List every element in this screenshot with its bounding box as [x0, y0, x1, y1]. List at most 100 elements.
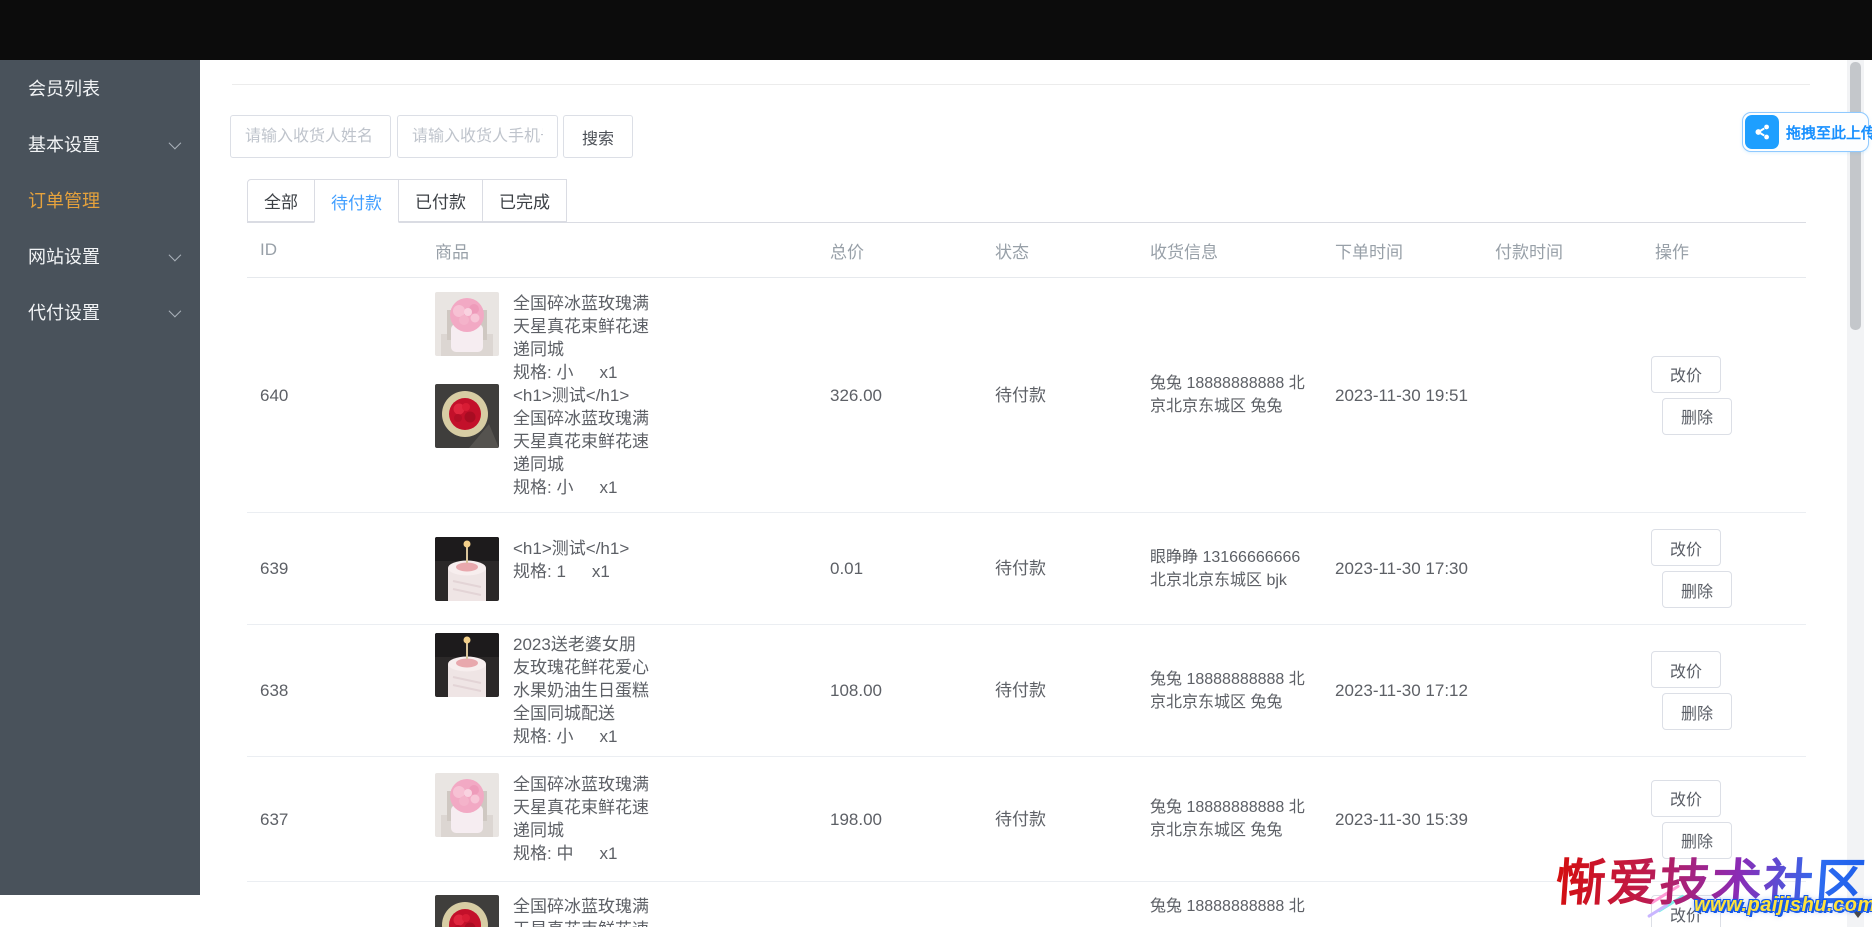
scrollbar-thumb[interactable]: [1850, 62, 1861, 330]
scrollbar-down-arrow[interactable]: [1852, 910, 1864, 918]
product-entry: 全国碎冰蓝玫瑰满天星真花束鲜花速: [435, 895, 817, 927]
product-title: 2023送老婆女朋 友玫瑰花鲜花爱心 水果奶油生日蛋糕 全国同城配送 规格: 小 x1: [513, 633, 649, 748]
table-row: 639 <h1>测试</h1> 规格: 1 x1 0.01 待付款 眼睁睁 13166666…: [247, 513, 1806, 625]
order-time-cell: 2023-11-30 19:51: [1335, 385, 1468, 405]
delete-button[interactable]: 删除: [1662, 693, 1732, 730]
actions-cell: 改价删除: [1642, 529, 1806, 608]
upload-label: 拖拽至此上传: [1786, 124, 1872, 142]
actions-cell: 改价删除: [1642, 355, 1806, 435]
sidebar-item-member-list[interactable]: 会员列表: [0, 60, 200, 116]
column-header: ID: [260, 240, 277, 259]
product-title-line: 全国同城配送: [513, 704, 615, 723]
receiver-name-input[interactable]: [230, 115, 391, 158]
product-title-line: 天星真花束鲜花速: [513, 316, 649, 336]
actions-cell: 改价删除: [1642, 651, 1806, 730]
sidebar-item-proxy-pay-settings[interactable]: 代付设置: [0, 284, 200, 340]
sidebar-item-order-management[interactable]: 订单管理: [0, 172, 200, 228]
product-spec: 规格: 中 x1: [513, 842, 649, 865]
status-cell: 待付款: [995, 809, 1046, 829]
column-header: 总价: [830, 242, 864, 262]
shipping-info-cell: 眼睁睁 13166666666 北京北京东城区 bjk: [1150, 548, 1301, 589]
delete-button[interactable]: 删除: [1662, 571, 1732, 608]
edit-price-button[interactable]: 改价: [1651, 355, 1721, 393]
tab-pending-payment[interactable]: 待付款: [314, 179, 399, 223]
product-title-line: 递同城: [513, 821, 564, 840]
table-row: 640 全国碎冰蓝玫瑰满 天星真花束鲜花速 递同城 规格: 小 x1 <h1>测试</h1>…: [247, 278, 1806, 513]
products-cell: 全国碎冰蓝玫瑰满天星真花束鲜花速: [422, 895, 817, 927]
edit-price-button[interactable]: 改价: [1651, 779, 1721, 817]
table-row: 637 全国碎冰蓝玫瑰满 天星真花束鲜花速 递同城 规格: 中 x1 198.00 待付款 兔兔…: [247, 757, 1806, 882]
product-title: 全国碎冰蓝玫瑰满 天星真花束鲜花速 递同城 规格: 中 x1: [513, 773, 649, 865]
sidebar-item-label: 会员列表: [28, 79, 100, 99]
tab-completed[interactable]: 已完成: [482, 179, 567, 222]
receiver-phone-input[interactable]: [397, 115, 558, 158]
chevron-down-icon: [168, 304, 182, 317]
tab-paid[interactable]: 已付款: [398, 179, 483, 222]
quantity-label: x1: [591, 561, 610, 581]
quantity-label: x1: [599, 362, 618, 382]
product-title-line: 递同城: [513, 454, 564, 474]
edit-price-button[interactable]: 改价: [1651, 895, 1721, 927]
sidebar-item-label: 订单管理: [28, 191, 100, 211]
order-time-cell: 2023-11-30 15:39: [1335, 809, 1468, 829]
share-nodes-icon: [1745, 115, 1779, 149]
column-header: 付款时间: [1495, 242, 1563, 262]
table-row: 全国碎冰蓝玫瑰满天星真花束鲜花速 兔兔 18888888888 北 改价删除: [247, 882, 1806, 927]
delete-button[interactable]: 删除: [1662, 397, 1732, 435]
order-id-cell: 640: [260, 385, 289, 405]
product-image-cake: [435, 633, 499, 697]
shipping-info-cell: 兔兔 18888888888 北京北京东城区 兔兔: [1150, 799, 1305, 839]
product-title-line: <h1>测试</h1>: [513, 538, 630, 558]
column-header: 收货信息: [1150, 242, 1218, 262]
tab-all[interactable]: 全部: [247, 179, 315, 222]
product-title-line: <h1>测试</h1>: [513, 385, 630, 405]
search-button[interactable]: 搜索: [563, 115, 633, 158]
edit-price-button[interactable]: 改价: [1651, 651, 1721, 688]
product-image-red-bouquet: [435, 895, 499, 927]
actions-cell: 改价删除: [1642, 895, 1806, 927]
product-title-line: 递同城: [513, 339, 564, 359]
products-cell: 2023送老婆女朋 友玫瑰花鲜花爱心 水果奶油生日蛋糕 全国同城配送 规格: 小 x1: [422, 633, 817, 748]
content-divider: [232, 84, 1810, 85]
table-header-row: ID 商品 总价 状态 收货信息 下单时间 付款时间 操作: [247, 223, 1806, 278]
spec-label: 规格: 1: [513, 561, 566, 581]
product-spec: 规格: 小 x1: [513, 725, 649, 748]
spec-label: 规格: 中: [513, 844, 574, 863]
products-cell: 全国碎冰蓝玫瑰满 天星真花束鲜花速 递同城 规格: 中 x1: [422, 773, 817, 865]
status-cell: 待付款: [995, 681, 1046, 700]
column-header: 商品: [435, 242, 469, 262]
sidebar-item-site-settings[interactable]: 网站设置: [0, 228, 200, 284]
shipping-info-cell: 兔兔 18888888888 北京北京东城区 兔兔: [1150, 670, 1305, 711]
quantity-label: x1: [599, 844, 618, 863]
total-price-cell: 0.01: [830, 559, 864, 578]
product-title-line: 全国碎冰蓝玫瑰满: [513, 293, 649, 313]
edit-price-button[interactable]: 改价: [1651, 529, 1721, 566]
product-title-line: 2023送老婆女朋: [513, 635, 636, 654]
product-title: <h1>测试</h1> 规格: 1 x1: [513, 537, 629, 601]
top-bar: [0, 0, 1872, 60]
sidebar-item-label: 网站设置: [28, 247, 100, 267]
quantity-label: x1: [599, 477, 618, 497]
product-image-pink-bouquet: [435, 773, 499, 837]
actions-cell: 改价删除: [1642, 779, 1806, 859]
product-title: <h1>测试</h1> 全国碎冰蓝玫瑰满 天星真花束鲜花速 递同城 规格: 小 x1: [513, 384, 649, 499]
product-image-cake: [435, 536, 499, 601]
sidebar-item-label: 代付设置: [28, 303, 100, 323]
product-entry: 全国碎冰蓝玫瑰满 天星真花束鲜花速 递同城 规格: 小 x1: [435, 291, 817, 384]
product-entry: <h1>测试</h1> 全国碎冰蓝玫瑰满 天星真花束鲜花速 递同城 规格: 小 x1: [435, 383, 817, 499]
delete-button[interactable]: 删除: [1662, 821, 1732, 859]
order-id-cell: 639: [260, 559, 289, 578]
total-price-cell: 326.00: [830, 385, 882, 405]
product-title-line: 水果奶油生日蛋糕: [513, 681, 649, 700]
drag-upload-widget[interactable]: 拖拽至此上传: [1742, 112, 1872, 152]
status-cell: 待付款: [995, 385, 1046, 405]
product-title-line: 天星真花束鲜花速: [513, 918, 649, 927]
sidebar-item-label: 基本设置: [28, 135, 100, 155]
order-status-tabs: 全部 待付款 已付款 已完成: [247, 179, 1806, 223]
sidebar-item-basic-settings[interactable]: 基本设置: [0, 116, 200, 172]
status-cell: 待付款: [995, 559, 1046, 578]
shipping-info-cell: 兔兔 18888888888 北京北京东城区 兔兔: [1150, 375, 1305, 415]
total-price-cell: 198.00: [830, 809, 882, 829]
column-header: 操作: [1655, 242, 1689, 262]
product-entry: 2023送老婆女朋 友玫瑰花鲜花爱心 水果奶油生日蛋糕 全国同城配送 规格: 小 x1: [435, 633, 817, 748]
